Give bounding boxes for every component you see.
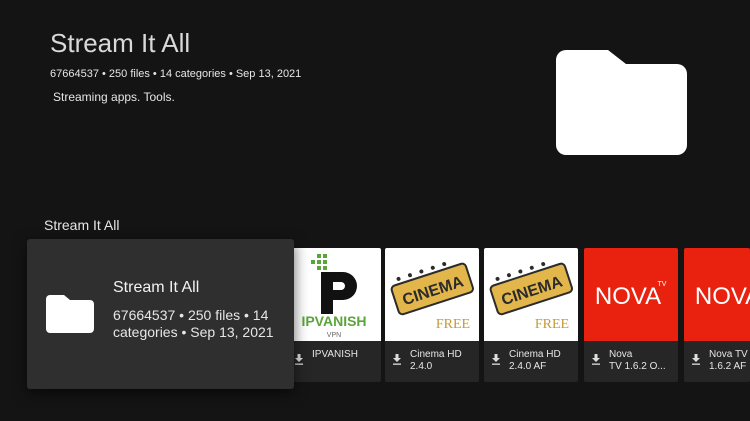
download-icon — [295, 354, 303, 365]
ipvanish-logo: IPVANISH VPN — [287, 248, 381, 341]
tile-label: Nova TV 1.6.2 O... — [609, 349, 666, 372]
folder-icon — [46, 295, 94, 333]
tile-label: Cinema HD 2.4.0 AF — [509, 349, 561, 372]
tile-label: Nova TV 1.6.2 AF — [709, 349, 748, 372]
download-icon — [592, 354, 600, 365]
tile-label: Cinema HD 2.4.0 — [410, 349, 462, 372]
nova-logo-text: NOVA — [695, 283, 750, 310]
card-meta: 67664537 • 250 files • 14 categories • S… — [113, 307, 274, 340]
cinema-logo-sub: FREE — [535, 317, 569, 332]
ipvanish-logo-sub: VPN — [327, 332, 341, 339]
nova-tv-logo: NOVA TV — [584, 248, 678, 341]
tile-label: IPVANISH — [312, 349, 358, 360]
header-meta: 67664537 • 250 files • 14 categories • S… — [50, 68, 302, 80]
row-title: Stream It All — [44, 217, 120, 233]
nova-tv-logo: NOVA TV — [684, 248, 750, 341]
app-tile-cinema-hd-af[interactable]: CINEMA FREE Cinema HD 2.4.0 AF — [484, 248, 578, 382]
app-tile-ipvanish[interactable]: IPVANISH VPN IPVANISH — [287, 248, 381, 382]
download-icon — [492, 354, 500, 365]
cinema-hd-logo: CINEMA FREE — [484, 248, 578, 341]
ipvanish-logo-text: IPVANISH — [301, 313, 366, 329]
header-description: Streaming apps. Tools. — [53, 90, 175, 104]
cinema-hd-logo: CINEMA FREE — [385, 248, 479, 341]
page-title: Stream It All — [50, 28, 191, 58]
nova-logo-sup: TV — [658, 281, 667, 288]
card-title: Stream It All — [113, 279, 200, 296]
app-tile-cinema-hd[interactable]: CINEMA FREE Cinema HD 2.4.0 — [385, 248, 479, 382]
app-tile-nova-tv-af[interactable]: NOVA TV Nova TV1.6.2 AF — [684, 248, 750, 382]
download-icon — [393, 354, 401, 365]
folder-icon — [556, 50, 687, 155]
focused-folder-card[interactable]: Stream It All 67664537 • 250 files • 14 … — [27, 239, 294, 389]
download-icon — [692, 354, 700, 365]
app-tile-nova-tv[interactable]: NOVA TV Nova TV 1.6.2 O... — [584, 248, 678, 382]
cinema-logo-sub: FREE — [436, 317, 470, 332]
nova-logo-text: NOVA — [595, 283, 661, 310]
